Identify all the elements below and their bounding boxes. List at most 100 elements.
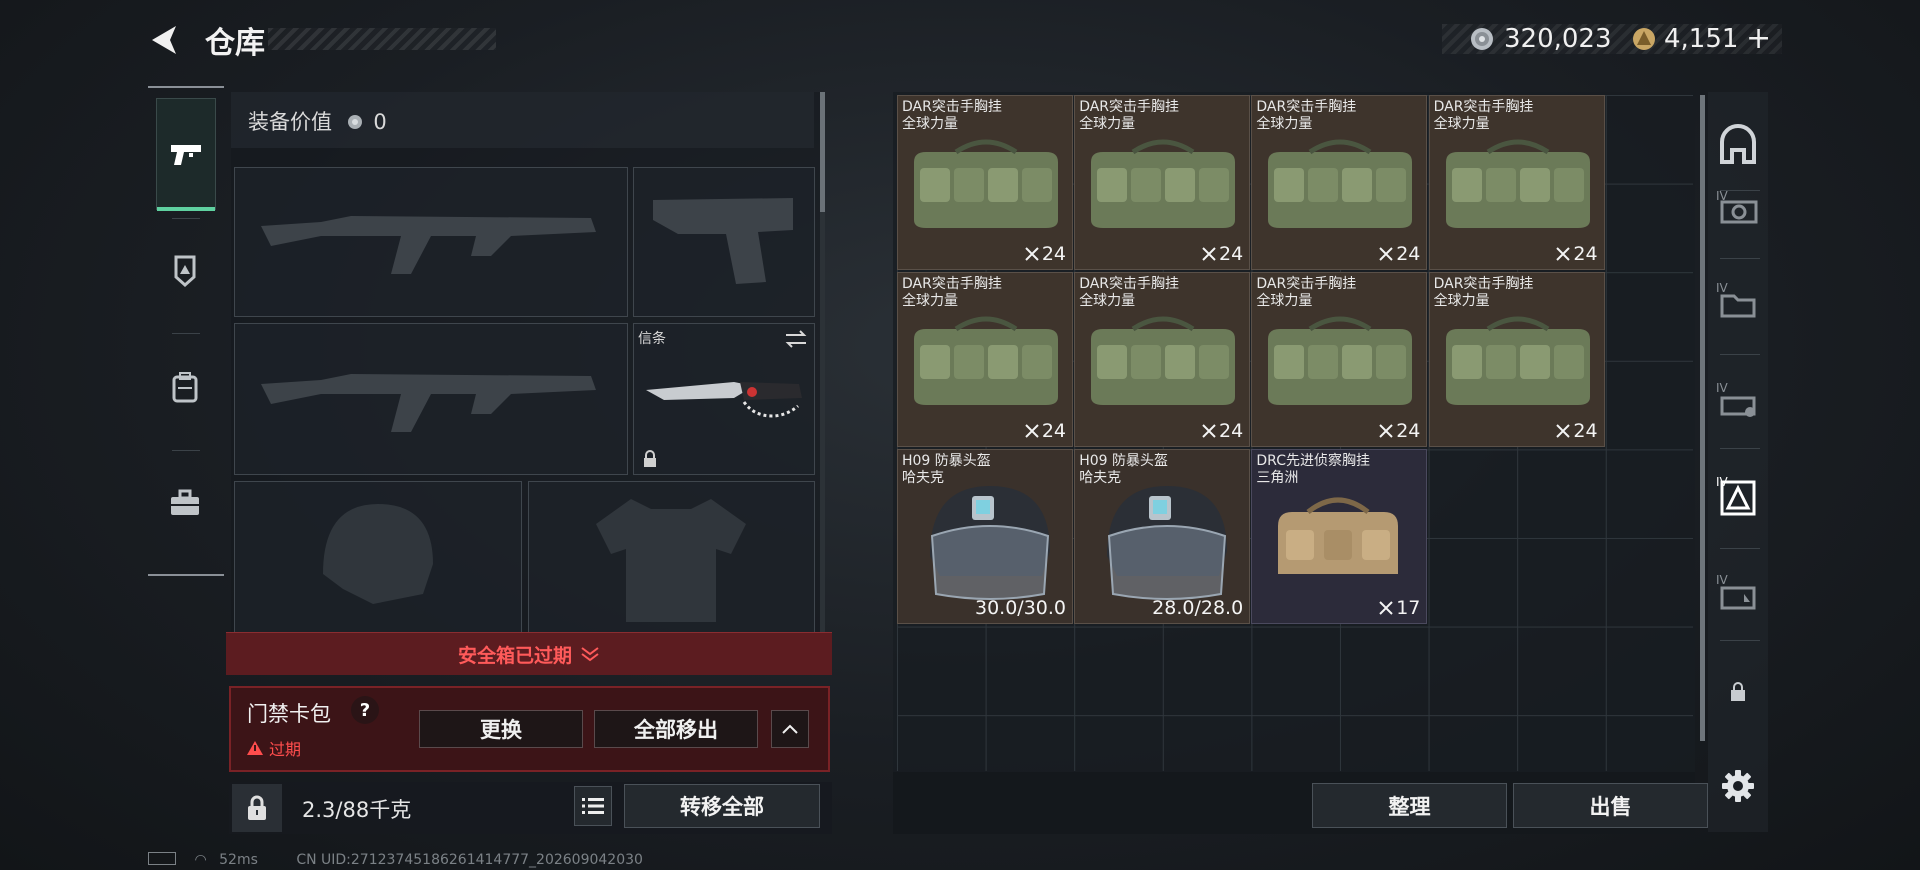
- item-name: DAR突击手胸挂 全球力量: [1433, 276, 1534, 310]
- item-quantity: 30.0/30.0: [975, 597, 1066, 619]
- category-iv-gun[interactable]: IV: [1716, 186, 1760, 230]
- primary-weapon-slot[interactable]: [234, 167, 628, 317]
- iv-medkit-category-icon: IV: [1716, 573, 1756, 610]
- item-image: [1268, 486, 1408, 590]
- pistol-silhouette-icon: [653, 198, 793, 284]
- item-image: [1260, 309, 1420, 413]
- iv-card-category-icon: IV: [1716, 381, 1756, 417]
- body-armor-slot[interactable]: [528, 481, 815, 633]
- chevron-up-icon: [782, 724, 798, 734]
- replace-button[interactable]: 更换: [419, 710, 583, 748]
- item-image: [1083, 309, 1243, 413]
- item-quantity: 24: [1556, 420, 1598, 442]
- add-currency-button[interactable]: +: [1746, 21, 1771, 56]
- melee-slot-label: 信条: [638, 331, 666, 347]
- storage-item[interactable]: DAR突击手胸挂 全球力量 24: [1428, 272, 1605, 448]
- item-count: 24: [1396, 243, 1421, 265]
- item-image: [906, 309, 1066, 413]
- storage-scrollbar-thumb[interactable]: [1700, 95, 1705, 741]
- move-all-out-button[interactable]: 全部移出: [594, 710, 758, 748]
- category-all[interactable]: [1716, 122, 1760, 166]
- riot-helmet-icon: [1107, 486, 1228, 601]
- item-quantity: 24: [1025, 243, 1066, 265]
- item-name: DAR突击手胸挂 全球力量: [902, 276, 1002, 310]
- lock-icon: [644, 450, 656, 467]
- item-image: [906, 132, 1066, 236]
- title-decoration: [268, 28, 496, 50]
- item-image: [1083, 132, 1243, 236]
- sort-button[interactable]: 整理: [1312, 783, 1507, 828]
- equipment-scrollbar-thumb[interactable]: [820, 92, 825, 212]
- iv-armor-category-icon: IV: [1716, 475, 1756, 516]
- pistol-slot[interactable]: [633, 167, 815, 317]
- durability-icon: [1556, 424, 1571, 438]
- storage-item[interactable]: DAR突击手胸挂 全球力量 24: [1074, 272, 1251, 448]
- item-quantity: 24: [1379, 420, 1420, 442]
- tab-weapons[interactable]: [156, 98, 216, 211]
- item-name: DAR突击手胸挂 全球力量: [1256, 276, 1357, 310]
- backpack-icon: [172, 372, 198, 403]
- silver-coin-icon: [1471, 28, 1493, 50]
- item-name: H09 防暴头盔 哈夫克: [1079, 453, 1168, 487]
- armor-shield-icon: [174, 255, 196, 287]
- category-iv-card[interactable]: IV: [1716, 378, 1760, 422]
- chest-rig-icon: [914, 139, 1058, 228]
- storage-item[interactable]: DAR突击手胸挂 全球力量 24: [897, 272, 1073, 448]
- card-pack-label: 门禁卡包: [247, 702, 331, 726]
- melee-slot[interactable]: 信条: [633, 323, 815, 475]
- item-quantity: 24: [1202, 243, 1243, 265]
- storage-item[interactable]: DAR突击手胸挂 全球力量 24: [1251, 272, 1428, 448]
- page-title: 仓库: [205, 26, 265, 61]
- category-locked[interactable]: [1716, 670, 1760, 714]
- svg-text:IV: IV: [1716, 381, 1729, 395]
- category-iv-armor-active[interactable]: IV: [1716, 474, 1760, 518]
- storage-item[interactable]: H09 防暴头盔 哈夫克 30.0/30.0: [897, 449, 1073, 625]
- chevron-down-icon: [581, 647, 599, 662]
- settings-button[interactable]: [1716, 764, 1760, 808]
- safebox-expired-bar[interactable]: 安全箱已过期: [226, 632, 832, 675]
- knife-icon: [646, 382, 802, 418]
- helmet-slot[interactable]: [234, 481, 522, 633]
- chest-rig-icon: [1445, 139, 1590, 228]
- uid: CN UID:27123745186261414777_202609042030: [296, 852, 643, 868]
- item-count: 24: [1219, 420, 1244, 443]
- item-image: [1438, 309, 1598, 413]
- storage-item[interactable]: H09 防暴头盔 哈夫克 28.0/28.0: [1074, 449, 1251, 625]
- card-pack-expired: 过期: [247, 736, 301, 760]
- storage-item[interactable]: DAR突击手胸挂 全球力量 24: [1074, 95, 1251, 270]
- help-button[interactable]: ?: [351, 696, 379, 724]
- durability-icon: [1025, 424, 1039, 438]
- item-count: 24: [1041, 243, 1066, 265]
- sell-button[interactable]: 出售: [1513, 783, 1708, 828]
- list-icon: [582, 798, 604, 814]
- category-iv-folder[interactable]: IV: [1716, 278, 1760, 322]
- category-iv-medkit[interactable]: IV: [1716, 570, 1760, 614]
- lock-toggle-button[interactable]: [232, 784, 282, 832]
- storage-item[interactable]: DAR突击手胸挂 全球力量 24: [897, 95, 1073, 270]
- durability-icon: [1202, 424, 1216, 438]
- item-name: DAR突击手胸挂 全球力量: [1079, 276, 1180, 310]
- category-tab-column: [148, 86, 224, 576]
- tab-backpack[interactable]: [156, 332, 214, 442]
- all-category-icon: [1720, 124, 1756, 164]
- swap-arrows-icon[interactable]: [784, 330, 808, 348]
- storage-item[interactable]: DAR突击手胸挂 全球力量 24: [1428, 95, 1605, 270]
- iv-gun-category-icon: IV: [1716, 189, 1758, 224]
- item-image: [1260, 132, 1420, 236]
- item-image: [1438, 132, 1598, 236]
- list-view-button[interactable]: [574, 786, 612, 826]
- back-arrow-icon[interactable]: [148, 22, 184, 58]
- storage-item[interactable]: DRC先进侦察胸挂 三角洲 17: [1251, 449, 1428, 625]
- wifi-icon: ◠: [194, 852, 207, 868]
- tab-armor[interactable]: [156, 216, 214, 326]
- iv-folder-category-icon: IV: [1716, 281, 1756, 318]
- item-name: DAR突击手胸挂 全球力量: [902, 99, 1002, 132]
- storage-item[interactable]: DAR突击手胸挂 全球力量 24: [1251, 95, 1428, 270]
- transfer-all-button[interactable]: 转移全部: [624, 784, 820, 828]
- collapse-button[interactable]: [771, 710, 809, 748]
- equipment-value-label: 装备价值: [248, 110, 332, 134]
- rifle-silhouette-icon: [261, 374, 596, 432]
- tab-case[interactable]: [156, 448, 214, 558]
- secondary-weapon-slot[interactable]: [234, 323, 628, 475]
- vest-silhouette-icon: [596, 499, 746, 622]
